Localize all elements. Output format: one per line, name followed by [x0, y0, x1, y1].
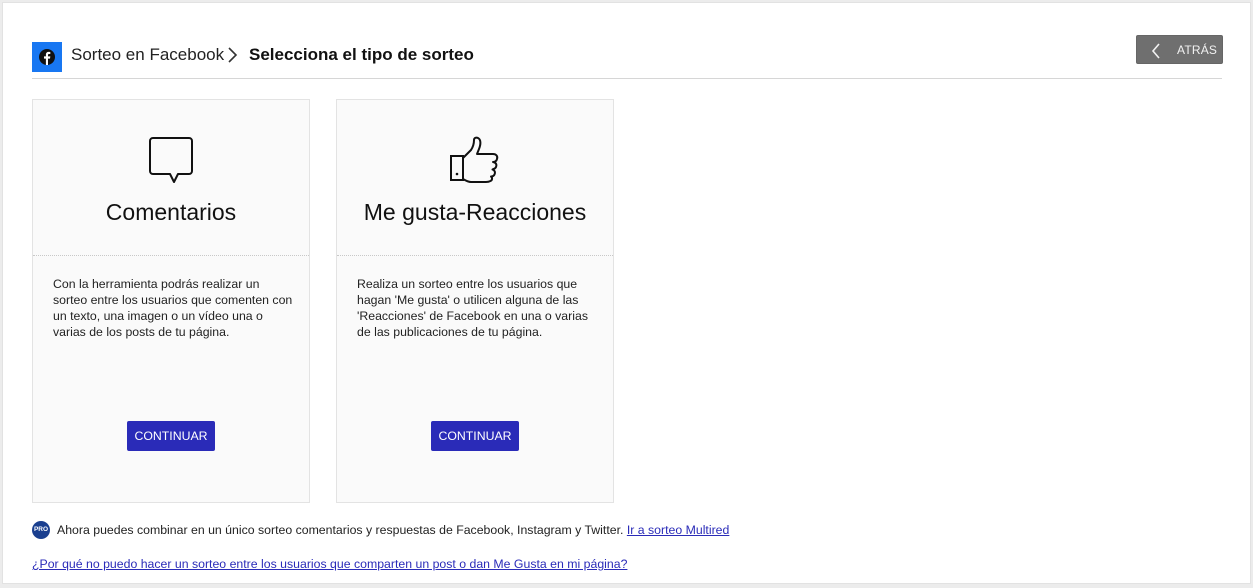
thumbs-up-icon: [449, 136, 501, 191]
card-description: Con la herramienta podrás realizar un so…: [53, 277, 293, 339]
card-title: Me gusta-Reacciones: [363, 199, 587, 225]
pro-badge: PRO: [32, 521, 50, 539]
help-link[interactable]: ¿Por qué no puedo hacer un sorteo entre …: [32, 556, 627, 572]
back-button[interactable]: ATRÁS: [1136, 35, 1223, 64]
page-frame: Sorteo en Facebook Selecciona el tipo de…: [2, 2, 1251, 584]
multired-notice: PRO Ahora puedes combinar en un único so…: [32, 520, 1182, 540]
chevron-left-icon: [1151, 43, 1161, 64]
page-title: Selecciona el tipo de sorteo: [249, 45, 474, 64]
breadcrumb-facebook-raffle[interactable]: Sorteo en Facebook: [71, 44, 224, 66]
back-button-label: ATRÁS: [1177, 43, 1218, 57]
speech-bubble-icon: [148, 136, 194, 191]
card-title: Comentarios: [105, 199, 237, 225]
page-header: Sorteo en Facebook Selecciona el tipo de…: [32, 35, 1223, 79]
facebook-icon: [32, 42, 62, 72]
card-description: Realiza un sorteo entre los usuarios que…: [357, 277, 588, 339]
chevron-right-icon: [227, 46, 239, 69]
card-header: Comentarios: [33, 100, 309, 256]
card-likes-reactions: Me gusta-Reacciones Realiza un sorteo en…: [336, 99, 614, 503]
card-header: Me gusta-Reacciones: [337, 100, 613, 256]
card-comments: Comentarios Con la herramienta podrás re…: [32, 99, 310, 503]
continue-button[interactable]: CONTINUAR: [431, 421, 519, 451]
multired-link[interactable]: Ir a sorteo Multired: [627, 523, 730, 537]
notice-text: Ahora puedes combinar en un único sorteo…: [57, 523, 624, 537]
notice-text-wrapper: Ahora puedes combinar en un único sorteo…: [57, 520, 729, 540]
continue-button[interactable]: CONTINUAR: [127, 421, 215, 451]
